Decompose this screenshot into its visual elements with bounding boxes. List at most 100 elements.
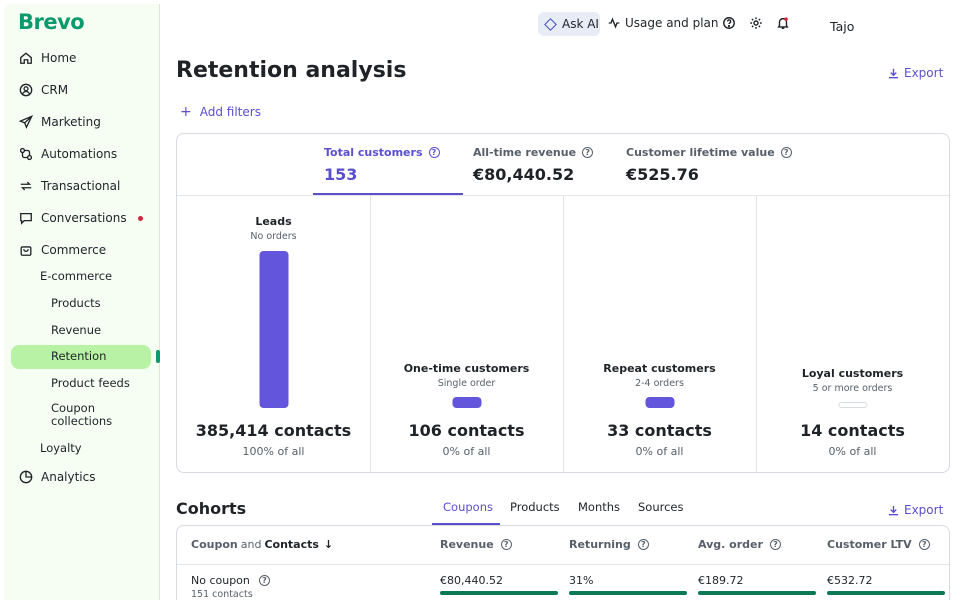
help-icon[interactable]: ? (500, 539, 512, 550)
sidebar-item-transactional[interactable]: Transactional (18, 174, 120, 198)
automation-icon (18, 146, 34, 162)
retention-card: Total customers? 153 All-time revenue? €… (176, 133, 950, 473)
sidebar-item-ecommerce[interactable]: E-commerce (40, 269, 112, 283)
ask-ai-label: Ask AI (562, 17, 599, 31)
export-button[interactable]: Export (888, 66, 943, 80)
ask-ai-button[interactable]: Ask AI (538, 12, 600, 36)
bell-icon[interactable] (776, 16, 790, 30)
column-header-revenue[interactable]: Revenue? (440, 538, 512, 551)
gear-icon[interactable] (749, 16, 763, 30)
help-icon[interactable]: ? (582, 147, 594, 158)
ltv-progress (827, 591, 945, 595)
metric-label: All-time revenue (473, 146, 577, 159)
sidebar-item-label: CRM (41, 83, 69, 97)
tab-months[interactable]: Months (578, 500, 620, 514)
usage-and-plan-button[interactable]: Usage and plan (608, 16, 719, 30)
sidebar-item-analytics[interactable]: Analytics (18, 465, 96, 489)
sidebar-item-marketing[interactable]: Marketing (18, 110, 101, 134)
metric-total-customers[interactable]: Total customers? 153 (324, 146, 440, 184)
column-header-customer-ltv[interactable]: Customer LTV? (827, 538, 930, 551)
sidebar-item-crm[interactable]: CRM (18, 78, 68, 102)
segment-count: 106 contacts (408, 421, 525, 440)
tab-coupons[interactable]: Coupons (443, 500, 493, 514)
segment-subtitle: 5 or more orders (812, 383, 893, 394)
sidebar-item-revenue[interactable]: Revenue (51, 323, 101, 337)
chat-icon (18, 210, 34, 226)
help-icon[interactable]: ? (918, 539, 930, 550)
cohort-name: No coupon (191, 574, 250, 587)
metric-all-time-revenue[interactable]: All-time revenue? €80,440.52 (473, 146, 594, 184)
sidebar-item-loyalty[interactable]: Loyalty (40, 441, 82, 455)
cohorts-export-button[interactable]: Export (888, 503, 943, 517)
repeat-icon (18, 178, 34, 194)
help-icon[interactable]: ? (258, 575, 270, 586)
help-icon[interactable] (722, 16, 736, 30)
column-header-returning[interactable]: Returning? (569, 538, 649, 551)
segment-leads[interactable]: Leads No orders 385,414 contacts 100% of… (177, 196, 370, 473)
sidebar-item-commerce[interactable]: Commerce (18, 238, 106, 262)
segment-percent: 100% of all (242, 445, 305, 458)
help-icon[interactable]: ? (428, 147, 440, 158)
sparkle-icon (544, 17, 557, 31)
help-icon[interactable]: ? (637, 539, 649, 550)
segment-name: Repeat customers (603, 362, 716, 375)
metric-label: Total customers (324, 146, 423, 159)
segment-name: Leads (255, 215, 292, 228)
sidebar-item-automations[interactable]: Automations (18, 142, 117, 166)
progress-fill (827, 591, 945, 595)
help-icon[interactable]: ? (780, 147, 792, 158)
notification-dot (138, 216, 143, 221)
sidebar-item-label: Analytics (41, 470, 96, 484)
segment-count: 14 contacts (800, 421, 905, 440)
segment-bar (259, 251, 288, 408)
progress-fill (569, 591, 687, 595)
sidebar-item-label: Conversations (41, 211, 127, 225)
sidebar-item-label: Commerce (41, 243, 107, 257)
segment-percent: 0% of all (442, 445, 491, 458)
usage-label: Usage and plan (625, 16, 719, 30)
column-header-coupon[interactable]: Coupon and Contacts ↓ (191, 538, 333, 551)
metric-value: 153 (324, 165, 358, 184)
cohorts-title: Cohorts (176, 499, 247, 518)
segment-repeat[interactable]: Repeat customers 2-4 orders 33 contacts … (563, 196, 756, 473)
sidebar-item-coupon-collections[interactable]: Coupon collections (51, 402, 112, 428)
header-label: Returning (569, 538, 631, 551)
sidebar-item-conversations[interactable]: Conversations (18, 206, 127, 230)
table-row-name[interactable]: No coupon ? (191, 574, 270, 587)
metric-customer-lifetime-value[interactable]: Customer lifetime value? €525.76 (626, 146, 792, 184)
metric-value: €80,440.52 (473, 165, 575, 184)
export-label: Export (904, 66, 944, 80)
brevo-logo[interactable]: Brevo (18, 10, 85, 34)
segment-subtitle: Single order (437, 378, 496, 389)
export-label: Export (904, 503, 944, 517)
segment-percent: 0% of all (635, 445, 684, 458)
pie-chart-icon (18, 469, 34, 485)
metric-label: Customer lifetime value (626, 146, 775, 159)
tab-products[interactable]: Products (510, 500, 560, 514)
cell-avg-order: €189.72 (698, 574, 744, 587)
segment-bar (645, 397, 674, 408)
sidebar-item-product-feeds[interactable]: Product feeds (51, 376, 130, 390)
user-menu[interactable]: Tajo (830, 19, 854, 34)
segment-subtitle: No orders (250, 231, 297, 242)
tab-sources[interactable]: Sources (638, 500, 684, 514)
segment-loyal[interactable]: Loyal customers 5 or more orders 14 cont… (756, 196, 949, 473)
sidebar-item-home[interactable]: Home (18, 46, 76, 70)
sidebar-item-retention[interactable]: Retention (51, 349, 106, 363)
divider (177, 564, 949, 565)
column-header-avg-order[interactable]: Avg. order? (698, 538, 781, 551)
add-filters-button[interactable]: + Add filters (180, 104, 261, 120)
cell-returning: 31% (569, 574, 594, 587)
sidebar-item-products[interactable]: Products (51, 296, 101, 310)
segment-one-time[interactable]: One-time customers Single order 106 cont… (370, 196, 563, 473)
metric-value: €525.76 (626, 165, 699, 184)
segment-name: One-time customers (403, 362, 530, 375)
segment-bar (452, 397, 481, 408)
sidebar-item-label: Automations (41, 147, 118, 161)
returning-progress (569, 591, 687, 595)
page-title: Retention analysis (176, 58, 407, 83)
sort-arrow-icon: ↓ (323, 538, 334, 551)
revenue-progress (440, 591, 558, 595)
help-icon[interactable]: ? (769, 539, 781, 550)
header-label: Revenue (440, 538, 494, 551)
